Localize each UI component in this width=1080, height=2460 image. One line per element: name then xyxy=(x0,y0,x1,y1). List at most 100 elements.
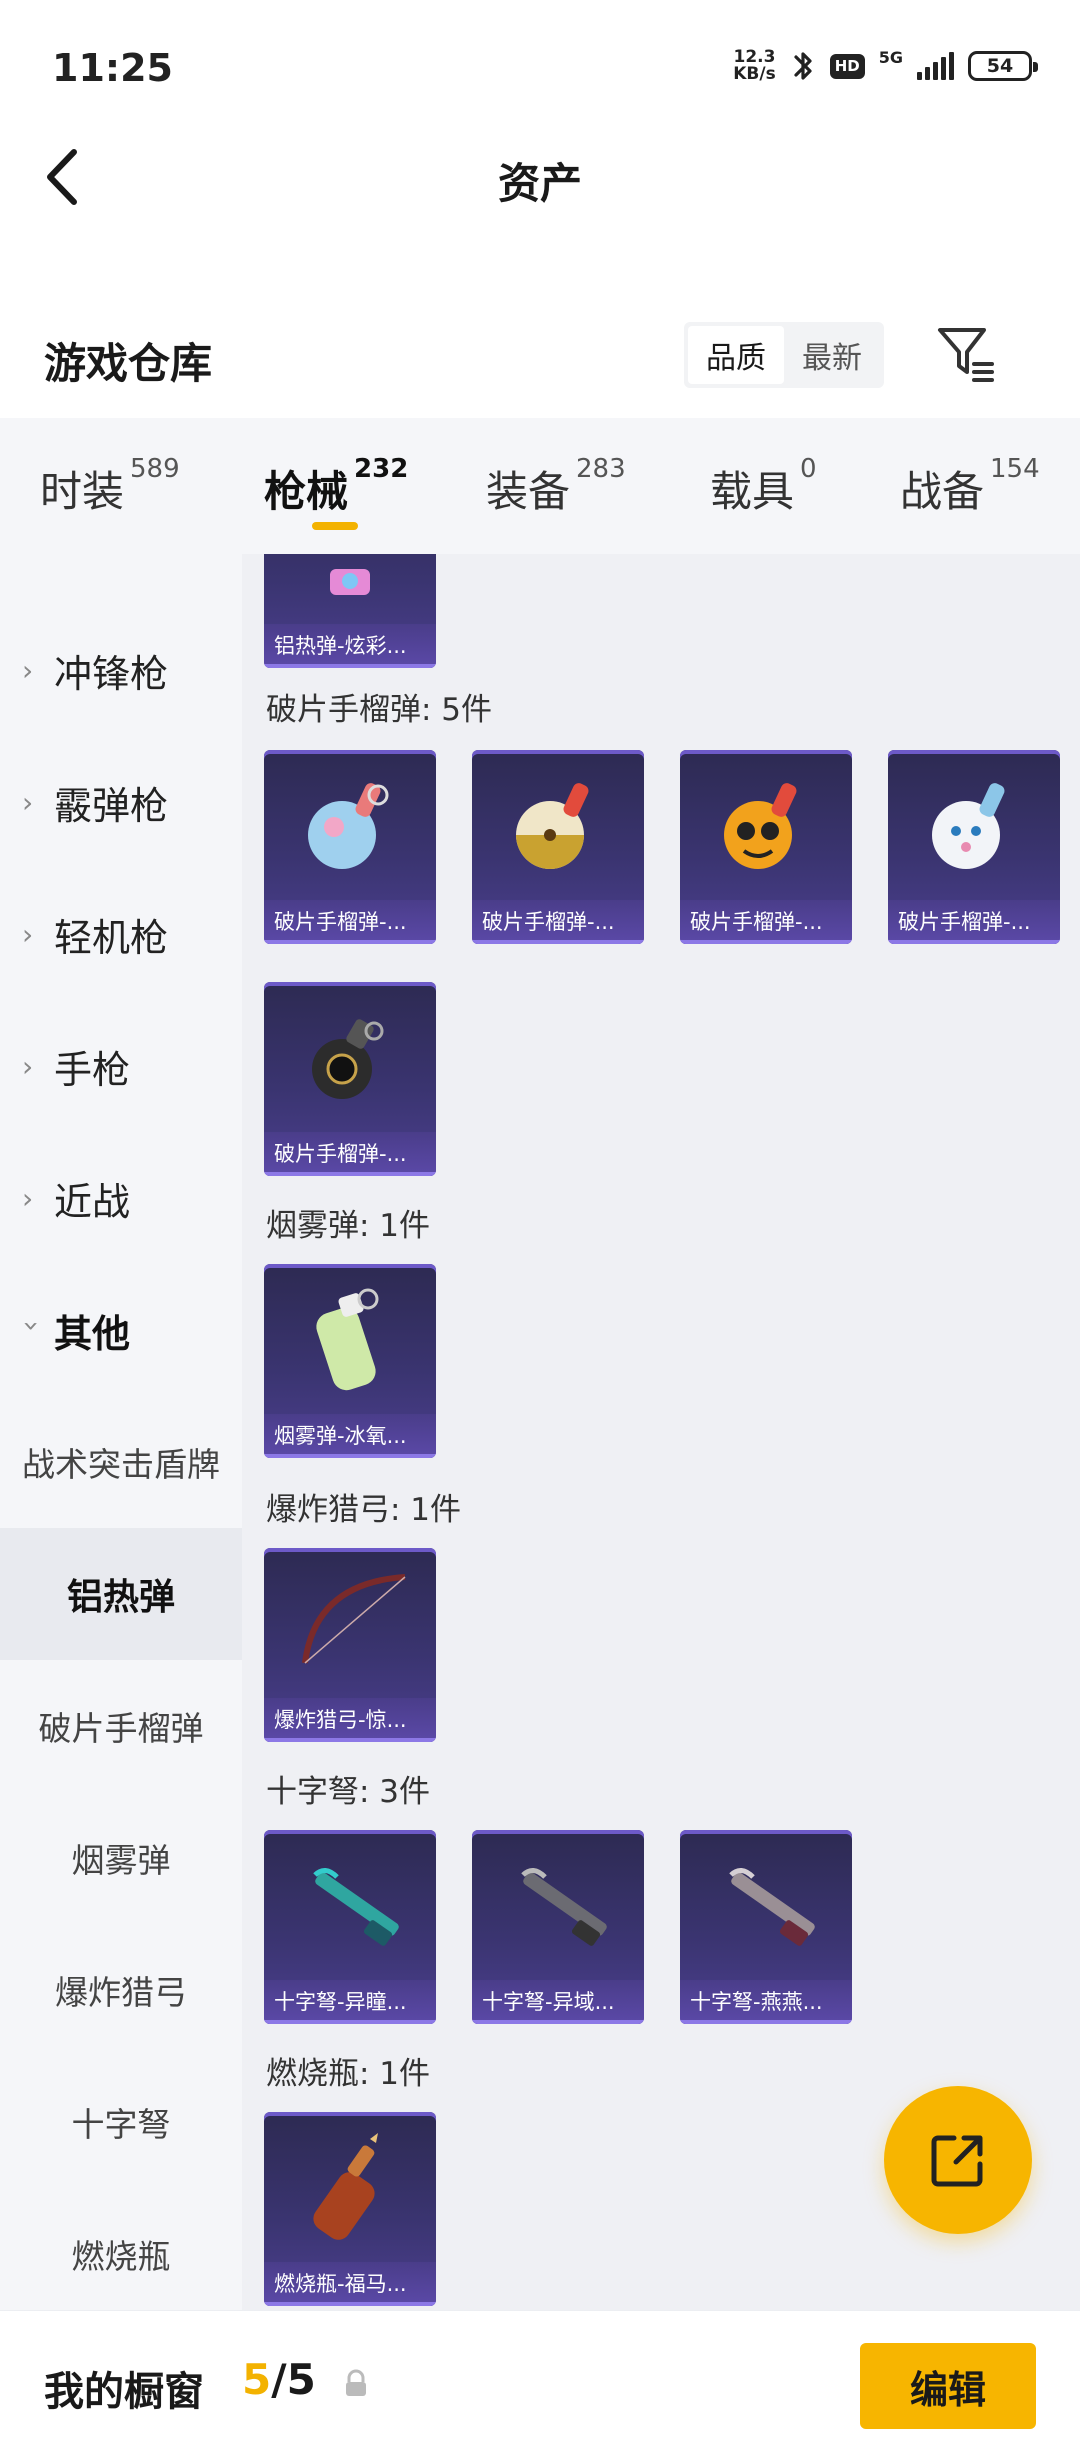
section-header: 破片手榴弹: 5件 xyxy=(266,692,493,728)
tab-vehicles[interactable]: 载具 0 xyxy=(710,454,817,519)
showcase-total: 5 xyxy=(286,2355,316,2404)
item-name: 十字弩-燕燕... xyxy=(680,1980,852,2024)
sort-quality-option[interactable]: 品质 xyxy=(688,326,784,384)
side-subitem-shield[interactable]: 战术突击盾牌 xyxy=(0,1396,242,1528)
showcase-current: 5 xyxy=(242,2355,272,2404)
item-card[interactable]: 破片手榴弹-... xyxy=(680,750,852,944)
item-list: 铝热弹-炫彩... 破片手榴弹: 5件 破片手榴弹-... 破片手榴弹-... … xyxy=(242,554,1080,2310)
grenade-art xyxy=(264,982,436,1132)
tab-supplies[interactable]: 战备 154 xyxy=(900,454,1040,519)
tab-label: 枪械 xyxy=(264,467,349,516)
item-card[interactable]: 铝热弹-炫彩... xyxy=(264,554,436,668)
item-card[interactable]: 烟雾弹-冰氧... xyxy=(264,1264,436,1458)
side-subitem-label: 十字弩 xyxy=(71,2105,171,2144)
active-tab-indicator xyxy=(312,522,358,530)
sort-toggle: 品质 最新 xyxy=(684,322,884,388)
showcase-bar: 我的橱窗 5/5 编辑 xyxy=(0,2310,1080,2460)
side-category-smg[interactable]: › 冲锋枪 xyxy=(0,604,242,736)
status-bar: 11:25 12.3 KB/s HD 5G 54 xyxy=(0,0,1080,140)
tab-label: 时装 xyxy=(40,467,125,516)
side-subitem-crossbow[interactable]: 十字弩 xyxy=(0,2056,242,2188)
side-category-label: 手枪 xyxy=(54,1047,131,1092)
item-card[interactable]: 爆炸猎弓-惊... xyxy=(264,1548,436,1742)
side-subitem-label: 燃烧瓶 xyxy=(71,2237,171,2276)
side-category-other[interactable]: › 其他 xyxy=(0,1264,242,1396)
edit-button[interactable]: 编辑 xyxy=(860,2343,1036,2429)
net-speed-unit: KB/s xyxy=(733,64,776,84)
chevron-down-icon: › xyxy=(15,1320,49,1332)
tab-equipment[interactable]: 装备 283 xyxy=(486,454,626,519)
thermite-art xyxy=(264,554,436,624)
status-icons: 12.3 KB/s HD 5G 54 xyxy=(733,46,1038,86)
tab-firearms[interactable]: 枪械 232 xyxy=(264,454,408,519)
filter-button[interactable] xyxy=(934,322,998,386)
tab-label: 装备 xyxy=(486,467,571,516)
item-name: 破片手榴弹-... xyxy=(888,900,1060,944)
signal-icon xyxy=(917,52,954,80)
item-card[interactable]: 破片手榴弹-... xyxy=(888,750,1060,944)
share-icon xyxy=(931,2135,983,2187)
crossbow-art xyxy=(472,1830,644,1980)
side-subitem-bow[interactable]: 爆炸猎弓 xyxy=(0,1924,242,2056)
item-name: 燃烧瓶-福马... xyxy=(264,2262,436,2306)
tab-count: 0 xyxy=(800,454,817,484)
bow-art xyxy=(264,1548,436,1698)
side-category-pistol[interactable]: › 手枪 xyxy=(0,1000,242,1132)
side-category-lmg[interactable]: › 轻机枪 xyxy=(0,868,242,1000)
status-time: 11:25 xyxy=(52,46,173,90)
side-category-label: 其他 xyxy=(54,1311,131,1356)
item-name: 破片手榴弹-... xyxy=(264,1132,436,1176)
item-name: 破片手榴弹-... xyxy=(264,900,436,944)
warehouse-title: 游戏仓库 xyxy=(44,339,213,388)
showcase-separator: / xyxy=(271,2355,287,2404)
item-card[interactable]: 十字弩-燕燕... xyxy=(680,1830,852,2024)
chevron-right-icon: › xyxy=(22,1049,34,1083)
chevron-right-icon: › xyxy=(22,917,34,951)
item-card[interactable]: 破片手榴弹-... xyxy=(472,750,644,944)
side-subitem-smoke[interactable]: 烟雾弹 xyxy=(0,1792,242,1924)
item-card[interactable]: 十字弩-异域... xyxy=(472,1830,644,2024)
category-tabs: 时装 589 枪械 232 装备 283 载具 0 战备 154 xyxy=(0,418,1080,554)
side-subitem-molotov[interactable]: 燃烧瓶 xyxy=(0,2188,242,2320)
side-category-label: 冲锋枪 xyxy=(54,651,169,696)
side-category-label: 霰弹枪 xyxy=(54,783,169,828)
battery-icon: 54 xyxy=(968,51,1038,81)
item-name: 破片手榴弹-... xyxy=(680,900,852,944)
item-name: 铝热弹-炫彩... xyxy=(264,624,436,668)
grenade-art xyxy=(264,750,436,900)
page-title: 资产 xyxy=(497,159,582,208)
tab-count: 589 xyxy=(130,454,180,484)
side-category-label: 近战 xyxy=(54,1179,131,1224)
side-category-melee[interactable]: › 近战 xyxy=(0,1132,242,1264)
tab-fashion[interactable]: 时装 589 xyxy=(40,454,180,519)
side-subitem-frag-grenade[interactable]: 破片手榴弹 xyxy=(0,1660,242,1792)
tab-label: 载具 xyxy=(710,467,795,516)
side-subitem-thermite[interactable]: 铝热弹 xyxy=(0,1528,242,1660)
top-nav: 资产 xyxy=(0,120,1080,230)
tab-count: 154 xyxy=(990,454,1040,484)
section-header: 爆炸猎弓: 1件 xyxy=(266,1492,462,1528)
share-fab[interactable] xyxy=(884,2086,1032,2234)
side-category-shotgun[interactable]: › 霰弹枪 xyxy=(0,736,242,868)
tab-count: 283 xyxy=(576,454,626,484)
item-name: 爆炸猎弓-惊... xyxy=(264,1698,436,1742)
sort-latest-option[interactable]: 最新 xyxy=(784,326,880,384)
grenade-art xyxy=(472,750,644,900)
network-type: 5G xyxy=(878,48,903,67)
molotov-art xyxy=(264,2112,436,2262)
lock-icon xyxy=(346,2369,366,2396)
item-card[interactable]: 十字弩-异瞳... xyxy=(264,1830,436,2024)
grenade-art xyxy=(888,750,1060,900)
side-subitem-label: 铝热弹 xyxy=(66,1577,175,1618)
item-name: 烟雾弹-冰氧... xyxy=(264,1414,436,1458)
item-card[interactable]: 燃烧瓶-福马... xyxy=(264,2112,436,2306)
side-category-label: 轻机枪 xyxy=(54,915,169,960)
chevron-right-icon: › xyxy=(22,1181,34,1215)
crossbow-art xyxy=(680,1830,852,1980)
item-name: 十字弩-异瞳... xyxy=(264,1980,436,2024)
section-header: 燃烧瓶: 1件 xyxy=(266,2056,431,2092)
battery-level: 54 xyxy=(986,55,1014,77)
item-card[interactable]: 破片手榴弹-... xyxy=(264,750,436,944)
section-header: 十字弩: 3件 xyxy=(266,1774,431,1810)
item-card[interactable]: 破片手榴弹-... xyxy=(264,982,436,1176)
